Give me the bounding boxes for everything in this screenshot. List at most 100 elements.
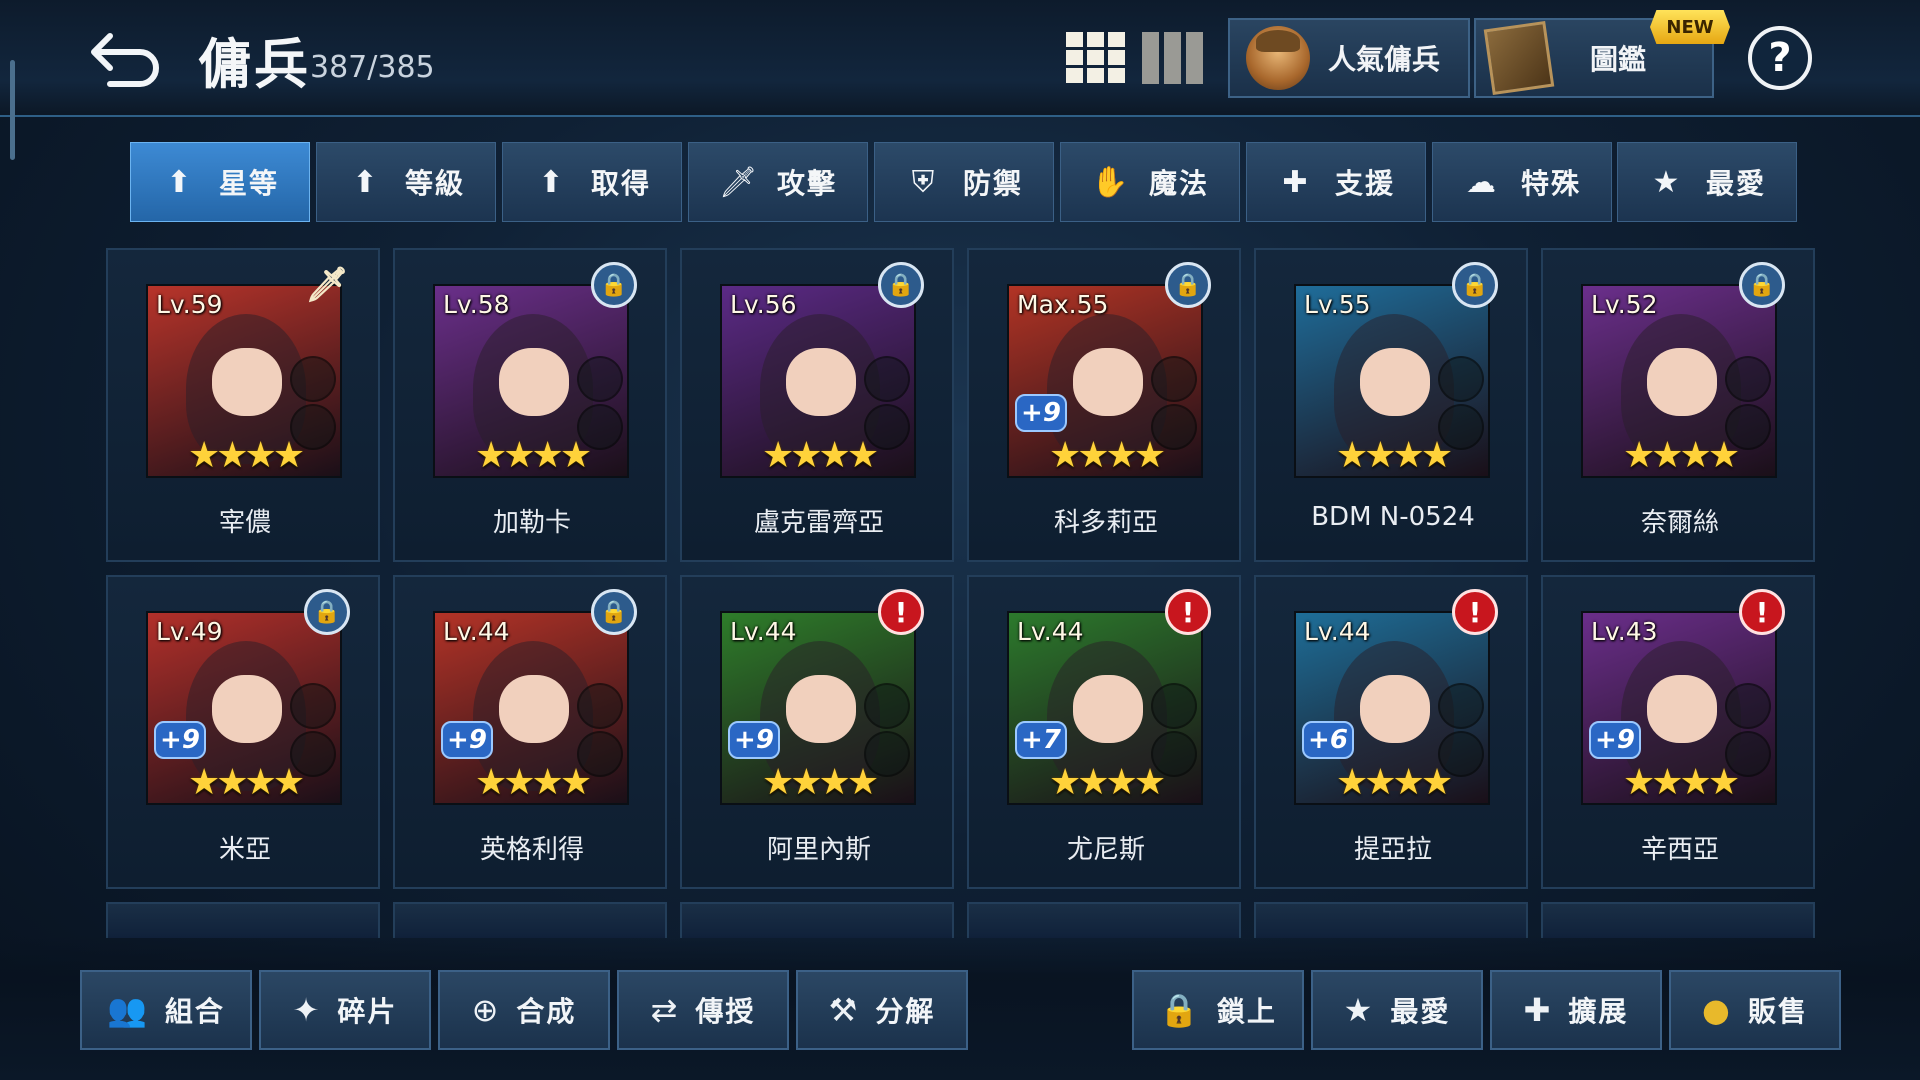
alert-icon: ! [1165,589,1211,635]
mercenary-card[interactable]: Lv.44 +7 ★★★★ ! 尤尼斯 [967,575,1241,889]
mercenary-card[interactable]: Lv.43 +9 ★★★★ ! 辛西亞 [1541,575,1815,889]
page-title: 傭兵 [198,33,310,96]
mercenary-level: Lv.56 [730,290,797,319]
sort-tab[interactable]: ✚ 支援 [1246,142,1426,222]
bottom-action-button[interactable]: ✚ 擴展 [1490,970,1662,1050]
card-partial[interactable] [1541,902,1815,938]
bottom-action-label: 擴展 [1568,995,1629,1028]
mercenary-card[interactable]: Max.55 +9 ★★★★ 🔒 科多莉亞 [967,248,1241,562]
lock-icon[interactable]: 🔒 [591,589,637,635]
rune-slot [1438,683,1484,729]
mercenary-card[interactable]: Lv.59 ★★★★ 🗡 宰儂 [106,248,380,562]
lock-icon[interactable]: 🔒 [1739,262,1785,308]
card-partial[interactable] [393,902,667,938]
mercenary-name: 奈爾絲 [1640,508,1719,538]
mercenary-card[interactable]: Lv.49 +9 ★★★★ 🔒 米亞 [106,575,380,889]
sort-tab[interactable]: ⬆ 星等 [130,142,310,222]
bottom-action-button[interactable]: ★ 最愛 [1311,970,1483,1050]
bottom-action-label: 鎖上 [1216,995,1277,1028]
sort-tab-label: 最愛 [1705,167,1766,200]
sort-tab-label: 星等 [218,167,279,200]
mercenary-card[interactable]: Lv.58 ★★★★ 🔒 加勒卡 [393,248,667,562]
star-rating: ★★★★ [1049,435,1166,476]
arrow-up-icon: ⬆ [352,164,378,200]
star-rating: ★★★★ [1623,435,1740,476]
popular-mercenary-button[interactable]: 人氣傭兵 [1228,18,1470,98]
bottom-action-button[interactable]: ● 販售 [1669,970,1841,1050]
card-partial[interactable] [106,902,380,938]
bottom-action-button[interactable]: ⚒ 分解 [796,970,968,1050]
alert-icon: ! [1452,589,1498,635]
mercenary-portrait: Lv.58 ★★★★ [433,284,629,478]
transfer-icon: ⇄ [650,991,678,1029]
mercenary-portrait: Lv.52 ★★★★ [1581,284,1777,478]
rune-slot [1725,683,1771,729]
mercenary-portrait: Max.55 +9 ★★★★ [1007,284,1203,478]
sort-tab[interactable]: ✋ 魔法 [1060,142,1240,222]
grid-view-button[interactable] [1066,32,1126,84]
mercenary-portrait: Lv.56 ★★★★ [720,284,916,478]
star-icon: ★ [1652,164,1680,200]
bottom-action-button[interactable]: ⊕ 合成 [438,970,610,1050]
mercenary-name: 阿里內斯 [766,835,871,865]
card-partial[interactable] [680,902,954,938]
mercenary-level: Lv.44 [1304,617,1371,646]
mercenary-card[interactable]: Lv.55 ★★★★ 🔒 BDM N-0524 [1254,248,1528,562]
mercenary-face [1360,675,1430,743]
mercenary-card[interactable]: Lv.44 +9 ★★★★ 🔒 英格利得 [393,575,667,889]
column-view-button[interactable] [1142,32,1204,84]
lock-icon[interactable]: 🔒 [591,262,637,308]
sort-tab[interactable]: ⬆ 等級 [316,142,496,222]
rune-slot [1725,356,1771,402]
new-badge: NEW [1650,10,1730,44]
mercenary-face [1647,348,1717,416]
rune-slot [577,683,623,729]
sort-tab[interactable]: ★ 最愛 [1617,142,1797,222]
gold-coin-icon: ● [1702,991,1730,1029]
sword-icon: 🗡 [718,164,758,200]
mercenary-level: Lv.44 [443,617,510,646]
star-rating: ★★★★ [188,435,305,476]
lock-icon[interactable]: 🔒 [1452,262,1498,308]
lock-icon[interactable]: 🔒 [1165,262,1211,308]
bottom-action-button[interactable]: 🔒 鎖上 [1132,970,1304,1050]
support-icon: ✚ [1282,164,1308,200]
mercenary-level: Lv.55 [1304,290,1371,319]
scroll-indicator[interactable] [10,60,15,160]
bottom-action-button[interactable]: ⇄ 傳授 [617,970,789,1050]
sort-tab[interactable]: ☁ 特殊 [1432,142,1612,222]
column-view-icon [1142,32,1203,84]
enhance-level-badge: +9 [728,721,780,759]
bottom-action-label: 分解 [875,995,936,1028]
enhance-level-badge: +7 [1015,721,1067,759]
sort-tab[interactable]: 🗡 攻擊 [688,142,868,222]
grid-view-icon [1066,32,1125,83]
lock-icon[interactable]: 🔒 [878,262,924,308]
help-button[interactable]: ? [1748,26,1812,90]
rune-slot [864,356,910,402]
sort-tab[interactable]: ⬆ 取得 [502,142,682,222]
back-button[interactable] [88,22,168,92]
shield-icon: ⛨ [911,164,935,200]
lock-icon[interactable]: 🔒 [304,589,350,635]
sort-tab[interactable]: ⛨ 防禦 [874,142,1054,222]
fragments-icon: ✦ [292,991,320,1029]
rune-slot [577,356,623,402]
sort-tab-label: 等級 [404,167,465,200]
bottom-action-button[interactable]: ✦ 碎片 [259,970,431,1050]
mercenary-name: 加勒卡 [492,508,571,538]
card-partial[interactable] [1254,902,1528,938]
sort-tab-label: 防禦 [962,167,1023,200]
rune-slot [1151,356,1197,402]
card-partial[interactable] [967,902,1241,938]
popular-mercenary-label: 人氣傭兵 [1328,43,1441,76]
mercenary-card[interactable]: Lv.52 ★★★★ 🔒 奈爾絲 [1541,248,1815,562]
mercenary-name: 科多莉亞 [1053,508,1158,538]
mercenary-card[interactable]: Lv.56 ★★★★ 🔒 盧克雷齊亞 [680,248,954,562]
bottom-action-button[interactable]: 👥 組合 [80,970,252,1050]
mercenary-card[interactable]: Lv.44 +9 ★★★★ ! 阿里內斯 [680,575,954,889]
mercenary-face [1073,348,1143,416]
mercenary-card[interactable]: Lv.44 +6 ★★★★ ! 提亞拉 [1254,575,1528,889]
mercenary-level: Lv.52 [1591,290,1658,319]
mercenary-level: Lv.44 [730,617,797,646]
